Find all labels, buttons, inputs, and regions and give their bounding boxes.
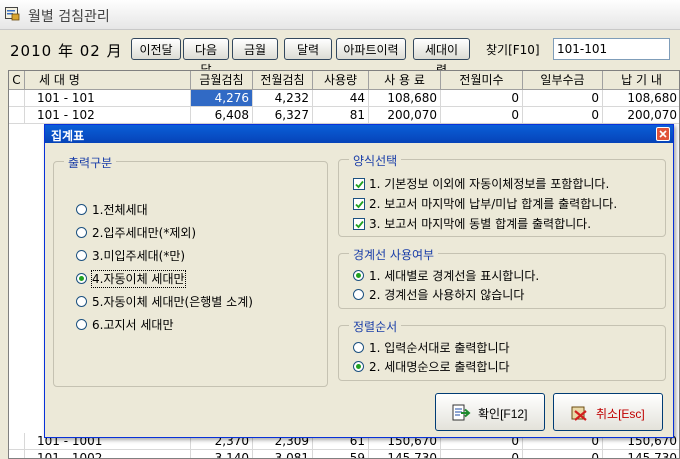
table-cell[interactable]: 44 xyxy=(313,90,369,107)
col-header-household[interactable]: 세 대 명 xyxy=(25,71,191,90)
col-header-prev-unpaid[interactable]: 전월미수 xyxy=(441,71,523,90)
radio-icon xyxy=(76,204,87,215)
radio-selected-icon xyxy=(76,273,87,284)
radio-icon xyxy=(76,319,87,330)
table-cell[interactable] xyxy=(9,450,25,458)
apartment-history-button[interactable]: 아파트이력 xyxy=(336,38,406,60)
table-cell[interactable]: 6,327 xyxy=(253,107,313,124)
col-header-current-reading[interactable]: 금월검침 xyxy=(191,71,253,90)
checkbox-checked-icon xyxy=(353,178,365,190)
sort-order-label: 정렬순서 xyxy=(349,318,402,335)
table-cell[interactable]: 6,408 xyxy=(191,107,253,124)
window-title: 월별 검침관리 xyxy=(28,9,110,25)
checkbox-checked-icon xyxy=(353,218,365,230)
output-type-group: 출력구분 1.전체세대 2.입주세대만(*제외) 3.미입주세대(*만) 4.자… xyxy=(53,154,328,387)
dialog-title-bar: 집계표 xyxy=(45,125,673,143)
table-cell[interactable]: 0 xyxy=(523,90,603,107)
radio-icon xyxy=(353,342,364,353)
calendar-button[interactable]: 달력 xyxy=(284,38,332,60)
col-header-partial-paid[interactable]: 일부수금 xyxy=(523,71,603,90)
next-month-button[interactable]: 다음달 xyxy=(183,38,229,77)
table-cell[interactable]: 3,081 xyxy=(253,450,313,458)
radio-selected-icon xyxy=(353,270,364,281)
table-cell[interactable] xyxy=(9,433,25,450)
find-label: 찾기[F10] xyxy=(486,43,540,57)
app-icon xyxy=(5,7,20,21)
table-cell[interactable]: 200,070 xyxy=(603,107,679,124)
table-cell[interactable]: 108,680 xyxy=(369,90,441,107)
table-cell[interactable]: 0 xyxy=(523,107,603,124)
table-cell-selected[interactable]: 4,276 xyxy=(191,90,253,107)
table-cell[interactable]: 145,730 xyxy=(603,450,679,458)
table-cell[interactable]: 0 xyxy=(523,450,603,458)
radio-icon xyxy=(76,227,87,238)
radio-icon xyxy=(76,250,87,261)
format-group: 양식선택 1. 기본정보 이외에 자동이체정보를 포함합니다. 2. 보고서 마… xyxy=(338,152,666,237)
output-type-label: 출력구분 xyxy=(64,154,117,171)
table-cell[interactable]: 101 - 102 xyxy=(25,107,191,124)
table-cell[interactable]: 101 - 1002 xyxy=(25,450,191,458)
table-cell[interactable]: 200,070 xyxy=(369,107,441,124)
prev-month-button[interactable]: 이전달 xyxy=(131,38,181,60)
border-line-label: 경계선 사용여부 xyxy=(349,246,439,263)
format-label: 양식선택 xyxy=(349,152,402,169)
cancel-button[interactable]: 취소[Esc] xyxy=(553,393,663,431)
checkbox-checked-icon xyxy=(353,198,365,210)
table-cell[interactable]: 0 xyxy=(441,107,523,124)
table-cell[interactable] xyxy=(9,90,25,107)
border-line-group: 경계선 사용여부 1. 세대별로 경계선을 표시합니다. 2. 경계선을 사용하… xyxy=(338,246,666,309)
table-cell[interactable]: 0 xyxy=(441,450,523,458)
table-cell[interactable]: 145,730 xyxy=(369,450,441,458)
table-cell[interactable]: 108,680 xyxy=(603,90,679,107)
radio-icon xyxy=(353,289,364,300)
radio-icon xyxy=(76,296,87,307)
table-cell[interactable]: 59 xyxy=(313,450,369,458)
table-cell[interactable]: 3,140 xyxy=(191,450,253,458)
col-header-fee[interactable]: 사 용 료 xyxy=(369,71,441,90)
period-label: 2010 年 02 月 xyxy=(10,42,123,60)
summary-dialog: 집계표 출력구분 1.전체세대 2.입주세대만(*제외) 3.미입주세대(*만)… xyxy=(44,124,674,438)
table-cell[interactable]: 4,232 xyxy=(253,90,313,107)
table-cell[interactable]: 0 xyxy=(441,90,523,107)
radio-selected-icon xyxy=(353,361,364,372)
print-arrow-icon xyxy=(452,404,472,425)
household-history-button[interactable]: 세대이력 xyxy=(413,38,470,77)
col-header-usage[interactable]: 사용량 xyxy=(313,71,369,90)
dialog-close-icon[interactable] xyxy=(656,127,670,141)
toolbar: 2010 年 02 月 이전달 다음달 금월 달력 아파트이력 세대이력 찾기[… xyxy=(0,30,680,77)
current-month-button[interactable]: 금월 xyxy=(232,38,278,60)
table-cell[interactable]: 101 - 101 xyxy=(25,90,191,107)
find-input[interactable]: 101-101 xyxy=(553,38,670,60)
dialog-title: 집계표 xyxy=(51,129,85,143)
col-header-due[interactable]: 납 기 내 xyxy=(603,71,679,90)
col-header-prev-reading[interactable]: 전월검침 xyxy=(253,71,313,90)
sort-order-group: 정렬순서 1. 입력순서대로 출력합니다 2. 세대명순으로 출력합니다 xyxy=(338,318,666,381)
col-header-c[interactable]: C xyxy=(9,71,25,90)
table-cell[interactable]: 81 xyxy=(313,107,369,124)
table-cell[interactable] xyxy=(9,107,25,124)
confirm-button[interactable]: 확인[F12] xyxy=(435,393,545,431)
cancel-tool-icon xyxy=(570,404,590,425)
window-title-bar: 월별 검침관리 xyxy=(0,0,680,30)
